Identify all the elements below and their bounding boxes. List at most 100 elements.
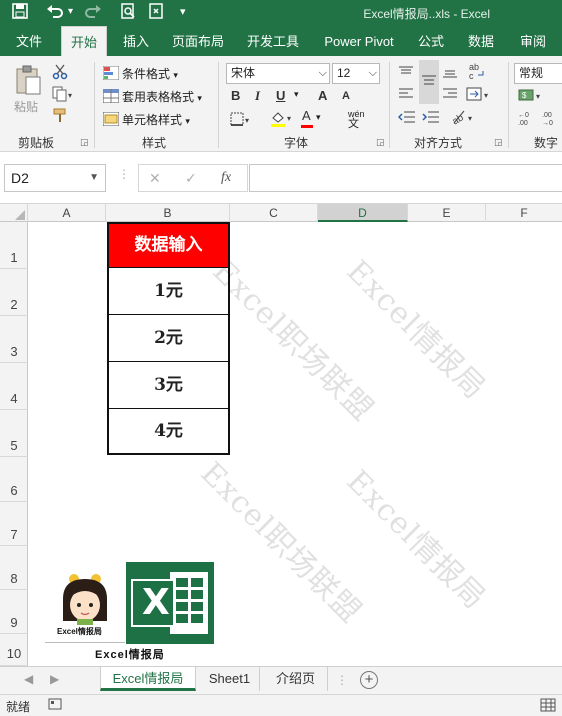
- formula-input[interactable]: [249, 164, 562, 192]
- cut-icon[interactable]: [52, 64, 68, 83]
- column-headers: A B C D E F: [0, 204, 562, 222]
- number-format-select[interactable]: 常规: [514, 63, 562, 84]
- row-header-9[interactable]: 9: [0, 590, 28, 634]
- svg-text:c: c: [469, 71, 474, 80]
- save-icon[interactable]: [12, 3, 28, 24]
- print-preview-icon[interactable]: [120, 3, 136, 24]
- border-icon[interactable]: ▾: [230, 112, 252, 129]
- copy-icon[interactable]: ▾: [52, 86, 74, 105]
- svg-text:.00: .00: [518, 120, 528, 126]
- row-header-5[interactable]: 5: [0, 410, 28, 457]
- tab-file[interactable]: 文件: [8, 26, 50, 56]
- column-header-c[interactable]: C: [230, 204, 318, 222]
- font-launcher-icon[interactable]: ◲: [376, 137, 385, 148]
- tab-formulas[interactable]: 公式: [414, 26, 448, 56]
- enter-icon[interactable]: ✓: [185, 170, 197, 187]
- paste-button[interactable]: 粘贴: [14, 98, 38, 115]
- insert-function-icon[interactable]: fx: [221, 170, 231, 186]
- sheet-tab-intro[interactable]: 介绍页: [264, 667, 328, 691]
- select-all-corner[interactable]: [0, 204, 28, 222]
- name-box[interactable]: D2 ▼: [4, 164, 106, 192]
- tab-power-pivot[interactable]: Power Pivot: [320, 26, 398, 56]
- italic-button[interactable]: I: [255, 88, 260, 104]
- table-cell[interactable]: 3元: [107, 362, 230, 409]
- font-size-select[interactable]: 12 ⌵: [332, 63, 380, 84]
- tab-review[interactable]: 审阅: [514, 26, 552, 56]
- font-color-letter: A: [302, 108, 311, 123]
- add-sheet-button[interactable]: +: [360, 671, 378, 689]
- title-bar: ▾ ▾ Excel情报局..xls - Excel: [0, 0, 562, 26]
- table-format-icon: [102, 88, 120, 104]
- column-header-d[interactable]: D: [318, 204, 408, 222]
- row-headers: 1 2 3 4 5 6 7 8 9 10: [0, 222, 28, 666]
- shrink-font-button[interactable]: A: [342, 90, 350, 102]
- row-header-6[interactable]: 6: [0, 457, 28, 502]
- column-header-a[interactable]: A: [28, 204, 106, 222]
- table-cell[interactable]: 4元: [107, 409, 230, 455]
- underline-dropdown-icon[interactable]: ▾: [294, 89, 299, 100]
- font-color-button[interactable]: A: [301, 108, 313, 128]
- decrease-indent-icon[interactable]: [397, 110, 416, 127]
- decrease-decimal-icon[interactable]: .00 →0: [542, 110, 562, 129]
- align-left-icon[interactable]: [398, 87, 414, 104]
- conditional-format-button[interactable]: 条件格式 ▾: [102, 65, 178, 82]
- row-header-10[interactable]: 10: [0, 634, 28, 666]
- tab-developer[interactable]: 开发工具: [244, 26, 302, 56]
- merge-center-icon[interactable]: ▾: [466, 86, 492, 105]
- wrap-text-icon[interactable]: ab c: [468, 62, 486, 83]
- align-right-icon[interactable]: [442, 87, 458, 104]
- grow-font-button[interactable]: A: [318, 88, 327, 103]
- row-header-4[interactable]: 4: [0, 363, 28, 410]
- column-header-e[interactable]: E: [408, 204, 486, 222]
- undo-dropdown-icon[interactable]: ▾: [68, 3, 73, 21]
- increase-indent-icon[interactable]: [422, 110, 440, 127]
- sheet-next-icon[interactable]: ▶: [50, 672, 59, 686]
- row-header-8[interactable]: 8: [0, 546, 28, 590]
- align-bottom-icon[interactable]: [442, 65, 458, 82]
- sheet-tab-sheet1[interactable]: Sheet1: [200, 667, 260, 691]
- macro-record-icon[interactable]: [48, 698, 62, 713]
- formula-bar: D2 ▼ ⋮ ✕ ✓ fx: [0, 152, 562, 204]
- alignment-group-label: 对齐方式: [414, 136, 463, 150]
- format-as-table-button[interactable]: 套用表格格式 ▾: [102, 88, 202, 105]
- align-middle-icon[interactable]: [419, 60, 439, 104]
- table-header-cell[interactable]: 数据输入: [107, 222, 230, 268]
- clipboard-launcher-icon[interactable]: ◲: [80, 137, 89, 148]
- svg-text:▾: ▾: [484, 91, 488, 100]
- underline-button[interactable]: U: [276, 88, 285, 103]
- alignment-launcher-icon[interactable]: ◲: [494, 137, 503, 148]
- increase-decimal-icon[interactable]: ←0.00: [518, 110, 538, 129]
- row-header-1[interactable]: 1: [0, 222, 28, 269]
- normal-view-icon[interactable]: [540, 698, 556, 715]
- orientation-icon[interactable]: ab▾: [450, 109, 476, 128]
- tab-page-layout[interactable]: 页面布局: [170, 26, 226, 56]
- undo-icon[interactable]: [46, 3, 64, 24]
- tab-insert[interactable]: 插入: [116, 26, 156, 56]
- tab-home[interactable]: 开始: [61, 26, 107, 56]
- cell-styles-button[interactable]: 单元格样式 ▾: [102, 111, 190, 128]
- table-cell[interactable]: 1元: [107, 268, 230, 315]
- font-name-select[interactable]: 宋体 ⌵: [226, 63, 330, 84]
- touch-mode-icon[interactable]: [148, 3, 164, 24]
- sheet-prev-icon[interactable]: ◀: [24, 672, 33, 686]
- row-header-3[interactable]: 3: [0, 316, 28, 363]
- avatar: Excel情报局: [45, 571, 125, 643]
- sheet-tab-excel[interactable]: Excel情报局: [100, 667, 196, 691]
- customize-icon[interactable]: ▾: [180, 3, 186, 21]
- table-cell[interactable]: 2元: [107, 315, 230, 362]
- row-header-7[interactable]: 7: [0, 502, 28, 546]
- column-header-f[interactable]: F: [486, 204, 562, 222]
- cancel-icon[interactable]: ✕: [149, 170, 161, 187]
- tab-data[interactable]: 数据: [464, 26, 498, 56]
- bold-button[interactable]: B: [231, 88, 240, 103]
- redo-icon[interactable]: [84, 3, 102, 24]
- align-top-icon[interactable]: [398, 65, 414, 82]
- fill-color-icon[interactable]: ▾: [270, 110, 294, 131]
- font-color-dropdown-icon[interactable]: ▾: [316, 112, 321, 123]
- phonetic-button[interactable]: wén 文: [348, 109, 365, 130]
- format-painter-icon[interactable]: [52, 108, 68, 127]
- row-header-2[interactable]: 2: [0, 269, 28, 316]
- paste-icon[interactable]: [14, 64, 42, 99]
- column-header-b[interactable]: B: [106, 204, 230, 222]
- accounting-format-icon[interactable]: $ ▾: [518, 87, 544, 106]
